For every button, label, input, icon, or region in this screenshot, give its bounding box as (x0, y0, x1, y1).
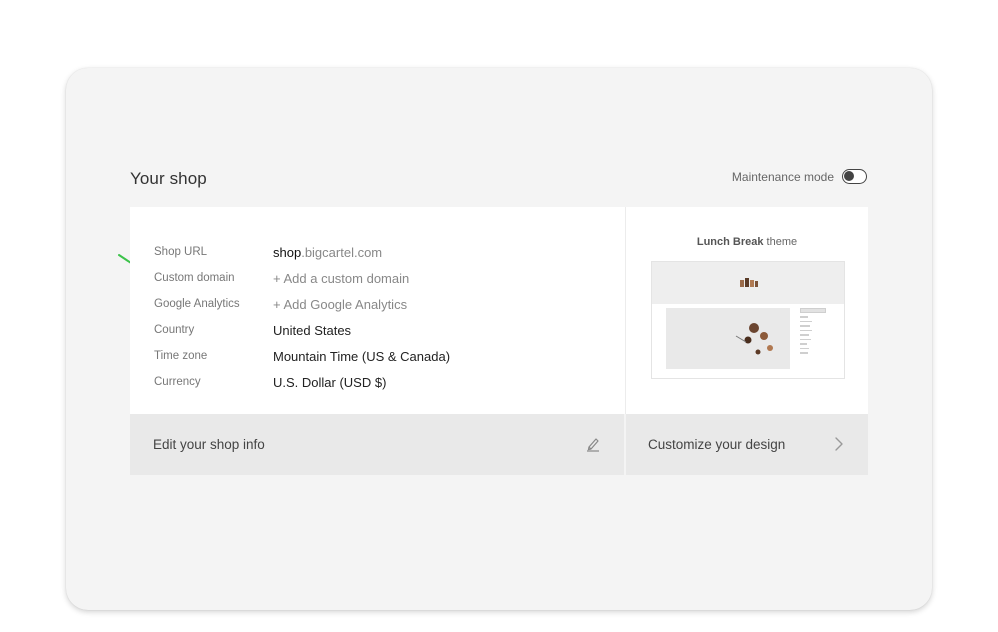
info-row-currency: Currency U.S. Dollar (USD $) (154, 369, 450, 395)
shop-url-subdomain: shop (273, 244, 302, 260)
info-label: Time zone (154, 350, 208, 362)
info-row-custom-domain: Custom domain + Add a custom domain (154, 265, 450, 291)
shop-url-domain: .bigcartel.com (301, 244, 383, 260)
info-row-country: Country United States (154, 317, 450, 343)
theme-panel: Lunch Break theme (626, 207, 868, 414)
preview-sidebar (800, 308, 830, 357)
shop-info-list: Shop URL shop.bigcartel.com Custom domai… (154, 239, 450, 395)
edit-shop-info-label: Edit your shop info (153, 437, 265, 452)
info-row-shop-url: Shop URL shop.bigcartel.com (154, 239, 450, 265)
preview-logo (740, 278, 758, 287)
customize-design-label: Customize your design (648, 437, 786, 452)
add-custom-domain-link[interactable]: + Add a custom domain (273, 271, 409, 286)
section-title: Your shop (130, 169, 207, 188)
info-label: Shop URL (154, 246, 208, 258)
maintenance-mode: Maintenance mode (732, 169, 867, 184)
preview-product-photo (735, 323, 773, 355)
theme-title: Lunch Break theme (626, 236, 868, 248)
info-row-time-zone: Time zone Mountain Time (US & Canada) (154, 343, 450, 369)
country-value: United States (273, 322, 352, 338)
maintenance-mode-toggle[interactable] (842, 169, 867, 184)
shop-info-panel: Shop URL shop.bigcartel.com Custom domai… (130, 207, 626, 414)
preview-header (652, 262, 844, 304)
edit-shop-info-button[interactable]: Edit your shop info (130, 414, 626, 475)
info-row-google-analytics: Google Analytics + Add Google Analytics (154, 291, 450, 317)
preview-hero (666, 308, 790, 369)
toggle-knob (844, 171, 854, 181)
theme-name: Lunch Break (696, 236, 764, 248)
add-google-analytics-link[interactable]: + Add Google Analytics (273, 297, 407, 312)
customize-design-button[interactable]: Customize your design (626, 414, 868, 475)
time-zone-value: Mountain Time (US & Canada) (273, 348, 451, 364)
chevron-right-icon (835, 437, 843, 451)
theme-preview-image[interactable] (651, 261, 845, 379)
info-label: Currency (154, 376, 201, 388)
info-label: Country (154, 324, 195, 336)
info-label: Google Analytics (154, 298, 240, 310)
shop-card: Shop URL shop.bigcartel.com Custom domai… (130, 207, 868, 475)
theme-suffix: theme (763, 236, 798, 248)
info-label: Custom domain (154, 272, 235, 284)
currency-value: U.S. Dollar (USD $) (273, 374, 387, 390)
maintenance-mode-label: Maintenance mode (731, 169, 834, 184)
pencil-icon (587, 438, 599, 452)
shop-url-value[interactable]: shop.bigcartel.com (273, 245, 382, 260)
